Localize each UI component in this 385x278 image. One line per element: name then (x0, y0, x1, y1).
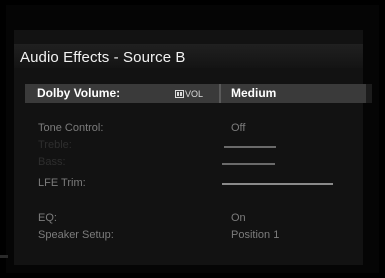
menu-item-treble: Treble: (38, 139, 72, 151)
selection-divider (219, 84, 221, 103)
bass-slider (222, 163, 275, 165)
dolby-volume-value[interactable]: Medium (231, 86, 276, 100)
speaker-setup-value[interactable]: Position 1 (231, 229, 279, 241)
eq-value[interactable]: On (231, 212, 246, 224)
menu-item-eq[interactable]: EQ: (38, 212, 57, 224)
lfe-trim-slider[interactable] (222, 183, 333, 185)
menu-item-lfe-trim[interactable]: LFE Trim: (38, 177, 86, 189)
menu-title: Audio Effects - Source B (20, 49, 186, 66)
treble-slider (224, 146, 276, 148)
dolby-volume-label: Dolby Volume: (37, 86, 121, 100)
vol-badge: VOL (175, 88, 203, 100)
selection-end-cap (366, 84, 372, 103)
menu-item-tone-control[interactable]: Tone Control: (38, 122, 103, 134)
dolby-icon (175, 90, 184, 98)
menu-item-speaker-setup[interactable]: Speaker Setup: (38, 229, 114, 241)
tone-control-value[interactable]: Off (231, 122, 245, 134)
edge-marker (0, 255, 8, 258)
menu-item-bass: Bass: (38, 156, 66, 168)
vol-badge-text: VOL (185, 89, 204, 99)
